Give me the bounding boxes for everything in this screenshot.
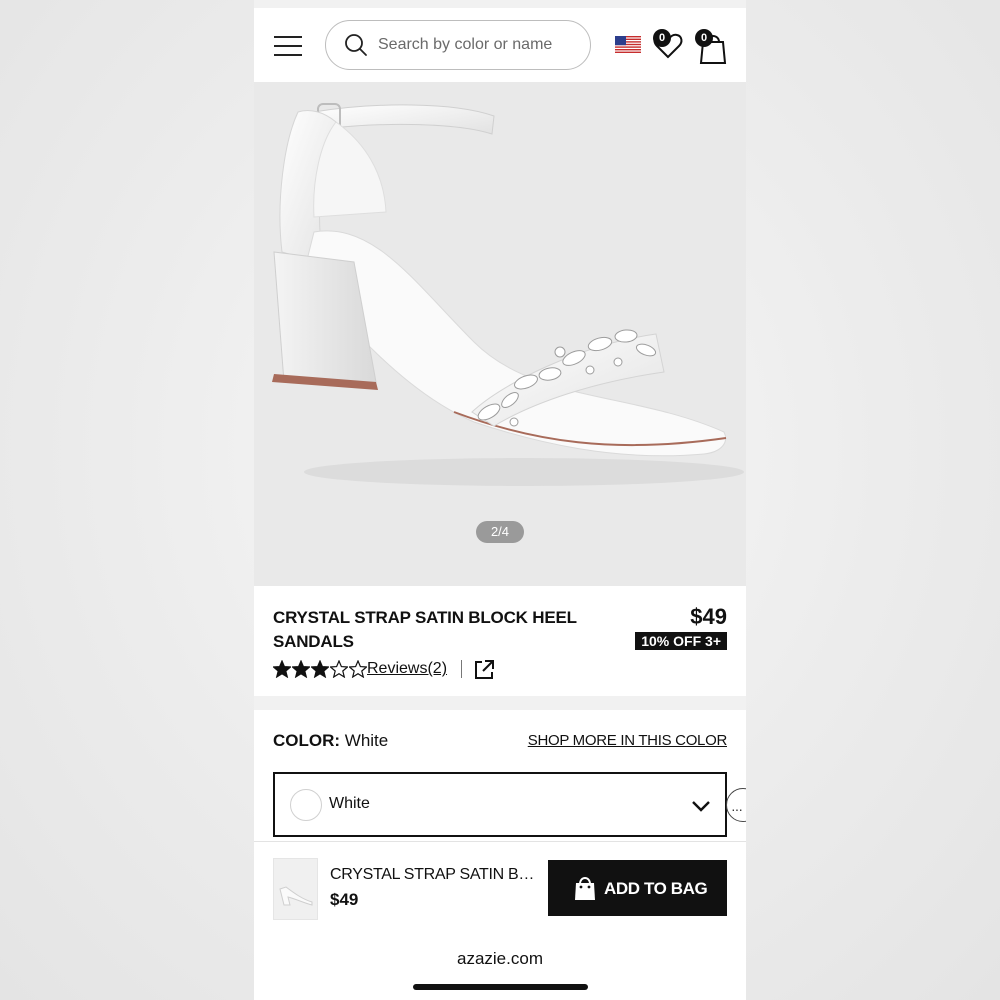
color-label: COLOR: White (273, 731, 388, 751)
star-filled-icon (273, 660, 291, 678)
color-swatch (290, 789, 322, 821)
color-value: White (344, 731, 389, 750)
color-label-title: COLOR: (273, 731, 341, 750)
search-bar[interactable] (325, 20, 591, 70)
divider (461, 660, 462, 678)
product-title: CRYSTAL STRAP SATIN BLOCK HEEL SANDALS (273, 608, 577, 651)
share-icon[interactable] (473, 659, 495, 681)
sticky-product-price: $49 (330, 890, 359, 909)
sticky-product-name: CRYSTAL STRAP SATIN BLOCK HEEL SANDALS (330, 866, 540, 883)
color-select[interactable]: White (273, 772, 727, 837)
star-empty-icon (349, 660, 367, 678)
browser-url-bar[interactable]: azazie.com (254, 935, 746, 1000)
bag-count-badge: 0 (695, 29, 713, 47)
shop-more-link[interactable]: SHOP MORE IN THIS COLOR (528, 732, 728, 749)
url-text: azazie.com (457, 949, 543, 968)
color-section: COLOR: White SHOP MORE IN THIS COLOR Whi… (254, 710, 746, 841)
bag-button[interactable]: 0 (695, 29, 729, 64)
color-select-value: White (329, 795, 370, 812)
chat-button[interactable]: ··· (726, 788, 746, 822)
image-counter: 2/4 (476, 521, 524, 543)
rating-stars (273, 660, 368, 678)
shopping-bag-icon (575, 877, 595, 900)
star-filled-icon (292, 660, 310, 678)
menu-icon[interactable] (274, 36, 302, 56)
site-header: 0 0 (254, 8, 746, 82)
product-image-sandal (272, 103, 744, 486)
star-empty-icon (330, 660, 348, 678)
add-to-bag-button[interactable]: ADD TO BAG (548, 860, 727, 916)
search-icon (345, 34, 367, 56)
product-image-gallery[interactable]: 2/4 (254, 82, 746, 586)
us-flag-icon[interactable] (615, 36, 641, 53)
sticky-add-bar: CRYSTAL STRAP SATIN BLOCK HEEL SANDALS $… (254, 841, 746, 935)
chat-icon: ··· (731, 801, 743, 817)
star-filled-icon (311, 660, 329, 678)
chevron-down-icon (692, 801, 710, 812)
home-indicator[interactable] (413, 984, 588, 990)
reviews-link[interactable]: Reviews(2) (367, 660, 447, 678)
wishlist-button[interactable]: 0 (652, 29, 684, 60)
product-info: CRYSTAL STRAP SATIN BLOCK HEEL SANDALS $… (254, 586, 746, 696)
product-price: $49 (690, 604, 727, 629)
add-to-bag-label: ADD TO BAG (604, 879, 708, 898)
discount-badge: 10% OFF 3+ (635, 632, 727, 650)
product-thumbnail (273, 858, 318, 920)
wishlist-count-badge: 0 (653, 29, 671, 47)
search-input[interactable] (378, 33, 578, 57)
phone-screen: 0 0 (254, 0, 746, 1000)
